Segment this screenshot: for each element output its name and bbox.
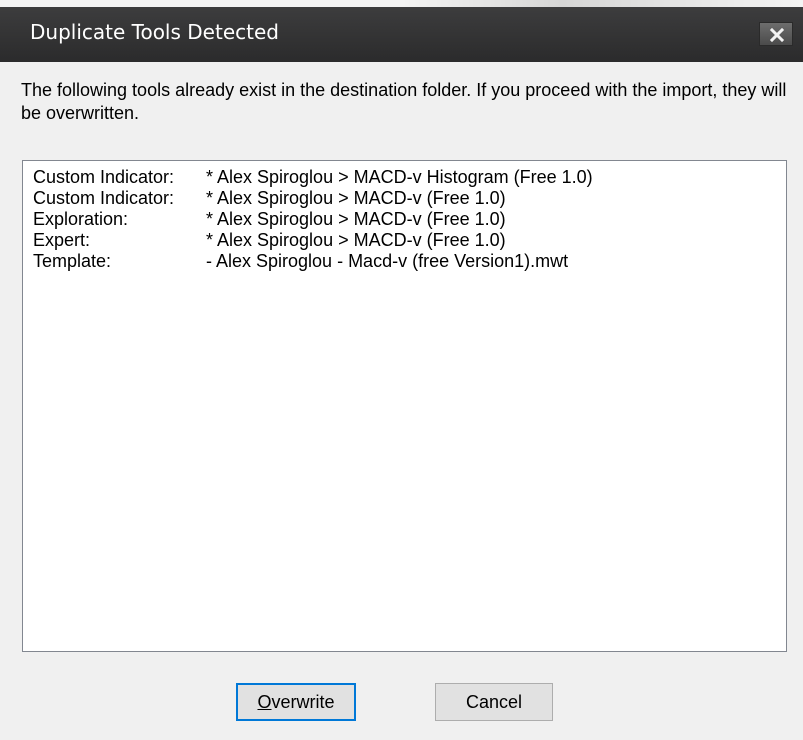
tool-type: Exploration: [33, 209, 129, 229]
cancel-button[interactable]: Cancel [435, 683, 553, 721]
overwrite-label: verwrite [271, 692, 335, 712]
tool-type: Custom Indicator: [33, 167, 175, 187]
tool-name: - Alex Spiroglou - Macd-v (free Version1… [206, 251, 569, 271]
tool-name: * Alex Spiroglou > MACD-v (Free 1.0) [206, 230, 506, 250]
duplicate-tools-list[interactable]: Custom Indicator: * Alex Spiroglou > MAC… [22, 160, 787, 652]
tool-name: * Alex Spiroglou > MACD-v (Free 1.0) [206, 188, 506, 208]
background-strip [0, 0, 803, 7]
title-bar[interactable]: Duplicate Tools Detected [0, 0, 803, 62]
overwrite-button[interactable]: Overwrite [236, 683, 356, 721]
tool-type: Template: [33, 251, 112, 271]
close-button[interactable] [759, 22, 793, 46]
dialog-message: The following tools already exist in the… [21, 80, 787, 123]
overwrite-mnemonic: O [257, 692, 272, 712]
tool-name: * Alex Spiroglou > MACD-v (Free 1.0) [206, 209, 506, 229]
dialog-window: Duplicate Tools Detected The following t… [0, 0, 803, 740]
dialog-title: Duplicate Tools Detected [30, 20, 279, 44]
close-icon [770, 28, 784, 42]
tool-type: Custom Indicator: [33, 188, 175, 208]
tool-name: * Alex Spiroglou > MACD-v Histogram (Fre… [206, 167, 593, 187]
tool-type: Expert: [33, 230, 91, 250]
